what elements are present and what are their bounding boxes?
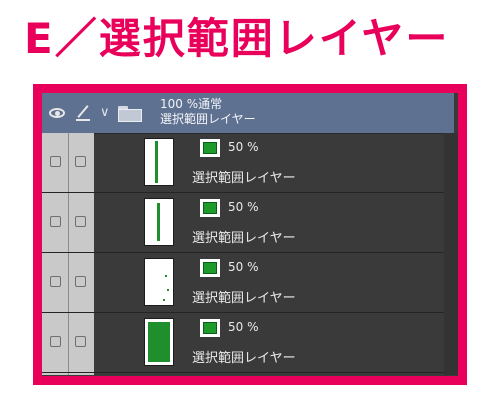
layer-thumbnail[interactable] <box>144 138 174 186</box>
layer-mask-icon[interactable] <box>200 319 220 337</box>
edit-header[interactable] <box>72 93 94 133</box>
layer-name: 選択範囲レイヤー <box>192 171 296 186</box>
layer-mask-icon[interactable] <box>200 139 220 157</box>
lock-checkbox[interactable] <box>75 336 86 347</box>
folder-label: 100 %通常 選択範囲レイヤー <box>160 97 256 127</box>
folder-name: 選択範囲レイヤー <box>160 112 256 126</box>
page-title: E／選択範囲レイヤー <box>24 14 450 63</box>
layer-name: 選択範囲レイヤー <box>192 351 296 366</box>
layer-thumbnail[interactable] <box>144 198 174 246</box>
layer-row[interactable]: 50 % 選択範囲レイヤー <box>42 134 454 193</box>
layer-thumbnail[interactable] <box>144 258 174 306</box>
layer-folder-row[interactable]: ∨ 100 %通常 選択範囲レイヤー <box>42 93 454 134</box>
visibility-checkbox[interactable] <box>50 276 61 287</box>
layer-name: 選択範囲レイヤー <box>192 231 296 246</box>
lock-checkbox[interactable] <box>75 276 86 287</box>
layer-thumbnail[interactable] <box>144 318 174 366</box>
layer-row[interactable]: 50 % 選択範囲レイヤー <box>42 194 454 253</box>
lock-checkbox[interactable] <box>75 216 86 227</box>
eye-icon[interactable] <box>49 108 65 118</box>
visibility-checkbox[interactable] <box>50 156 61 167</box>
layer-panel: ∨ 100 %通常 選択範囲レイヤー 50 % 選択範囲レイヤー 50 % 選択範囲レ… <box>42 93 458 376</box>
layer-mask-icon[interactable] <box>200 259 220 277</box>
visibility-header[interactable] <box>46 93 68 133</box>
layer-row[interactable]: 50 % 選択範囲レイヤー <box>42 254 454 313</box>
layer-opacity: 50 % <box>228 200 259 214</box>
chevron-down-icon[interactable]: ∨ <box>100 105 110 120</box>
visibility-checkbox[interactable] <box>50 216 61 227</box>
layer-opacity: 50 % <box>228 320 259 334</box>
layer-row[interactable]: 50 % 選択範囲レイヤー <box>42 314 454 373</box>
layer-name: 選択範囲レイヤー <box>192 291 296 306</box>
scrollbar[interactable] <box>444 133 458 375</box>
folder-icon <box>118 106 142 122</box>
highlight-frame: ∨ 100 %通常 選択範囲レイヤー 50 % 選択範囲レイヤー 50 % 選択範囲レ… <box>33 84 467 385</box>
visibility-checkbox[interactable] <box>50 336 61 347</box>
lock-checkbox[interactable] <box>75 156 86 167</box>
layer-opacity: 50 % <box>228 260 259 274</box>
folder-opacity-blend: 100 %通常 <box>160 97 223 111</box>
pen-icon[interactable] <box>75 105 91 121</box>
layer-mask-icon[interactable] <box>200 199 220 217</box>
layer-opacity: 50 % <box>228 140 259 154</box>
